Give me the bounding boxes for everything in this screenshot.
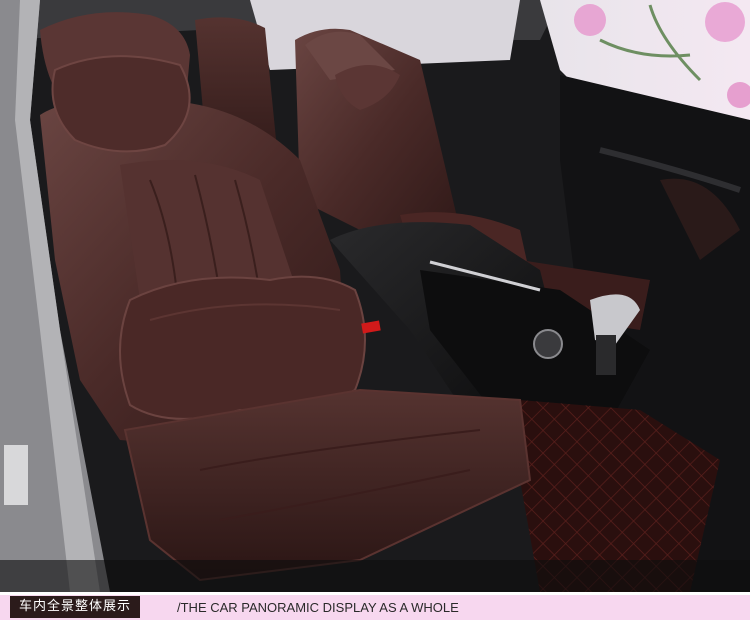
product-display: 车内全景整体展示 /THE CAR PANORAMIC DISPLAY AS A… [0, 0, 750, 620]
car-interior-photo [0, 0, 750, 592]
caption-chinese: 车内全景整体展示 [10, 596, 141, 618]
caption-english: /THE CAR PANORAMIC DISPLAY AS A WHOLE [177, 600, 459, 615]
caption-bar: 车内全景整体展示 /THE CAR PANORAMIC DISPLAY AS A… [0, 595, 750, 620]
